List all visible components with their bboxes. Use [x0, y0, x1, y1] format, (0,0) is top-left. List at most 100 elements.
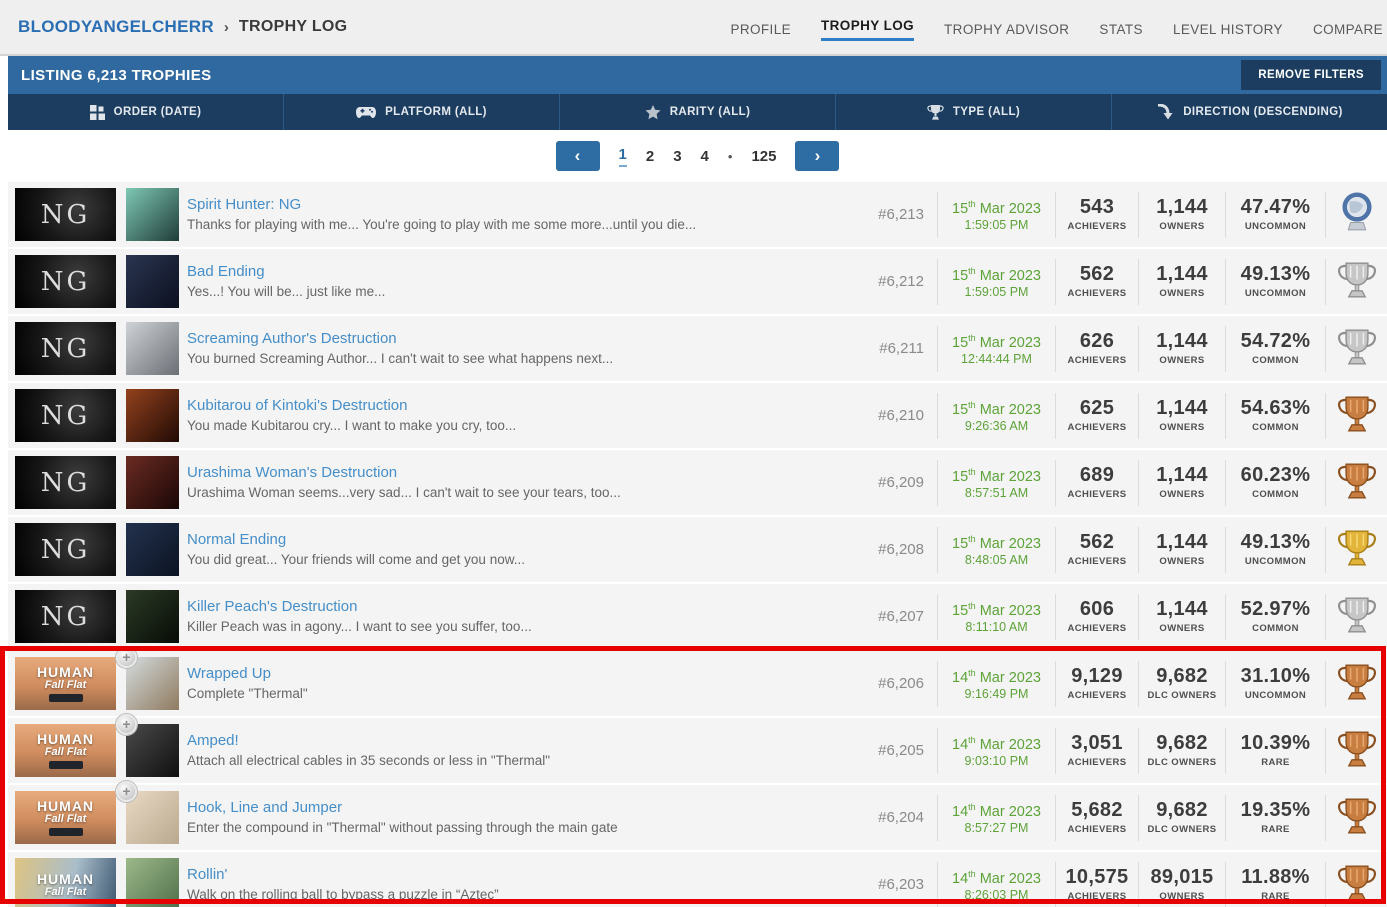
prev-page-button[interactable]: ‹ — [555, 141, 600, 171]
nav-item-profile[interactable]: PROFILE — [730, 22, 791, 37]
trophy-thumbnail[interactable] — [126, 389, 179, 442]
trophy-row[interactable]: NG Kubitarou of Kintoki's Destruction Yo… — [8, 383, 1387, 448]
owners-cell: 1,144 OWNERS — [1138, 392, 1225, 439]
nav-item-stats[interactable]: STATS — [1099, 22, 1143, 37]
game-logo-text: HUMAN — [36, 870, 95, 887]
page-number-2[interactable]: 2 — [646, 148, 654, 165]
filter-rarity[interactable]: RARITY (ALL) — [559, 94, 835, 130]
rarity-cell: 54.63% COMMON — [1225, 392, 1325, 439]
trophy-title-link[interactable]: Screaming Author's Destruction — [187, 329, 859, 348]
trophy-thumbnail[interactable]: + — [116, 647, 179, 710]
trophy-grade-cell — [1325, 660, 1387, 707]
breadcrumb-user-link[interactable]: BLOODYANGELCHERR — [18, 17, 214, 37]
rarity-percent: 54.72% — [1240, 330, 1311, 352]
trophy-thumbnail[interactable] — [126, 523, 179, 576]
trophy-text: Wrapped Up Complete "Thermal" — [187, 664, 867, 703]
filter-platform[interactable]: PLATFORM (ALL) — [283, 94, 559, 130]
trophy-title-link[interactable]: Killer Peach's Destruction — [187, 597, 859, 616]
trophy-title-link[interactable]: Wrapped Up — [187, 664, 859, 683]
game-logo-subtext: Fall Flat — [44, 679, 87, 691]
trophy-description: Killer Peach was in agony... I want to s… — [187, 619, 532, 634]
trophy-row[interactable]: NG Normal Ending You did great... Your f… — [8, 517, 1387, 582]
game-thumbnail[interactable]: HUMAN Fall Flat — [15, 791, 116, 844]
rarity-cell: 47.47% UNCOMMON — [1225, 191, 1325, 238]
trophy-thumbnail[interactable] — [126, 188, 179, 241]
trophy-title-link[interactable]: Spirit Hunter: NG — [187, 195, 859, 214]
rarity-label: UNCOMMON — [1244, 288, 1307, 299]
filter-type-label: TYPE (ALL) — [952, 106, 1021, 118]
filter-platform-label: PLATFORM (ALL) — [385, 106, 487, 118]
nav-item-compare[interactable]: COMPARE — [1313, 22, 1383, 37]
trophy-title-link[interactable]: Rollin' — [187, 865, 859, 884]
nav-item-level-history[interactable]: LEVEL HISTORY — [1173, 22, 1283, 37]
remove-filters-button[interactable]: REMOVE FILTERS — [1241, 60, 1381, 90]
trophy-row[interactable]: HUMAN Fall Flat + Amped! Attach all elect… — [8, 714, 1387, 783]
game-thumbnail[interactable]: NG — [15, 322, 116, 375]
game-thumbnail[interactable]: HUMAN Fall Flat — [15, 724, 116, 777]
trophy-thumbnail[interactable] — [126, 590, 179, 643]
trophy-row[interactable]: NG Spirit Hunter: NG Thanks for playing … — [8, 182, 1387, 247]
owners-label: DLC OWNERS — [1147, 824, 1217, 835]
game-thumbnail[interactable]: NG — [15, 523, 116, 576]
achievers-count: 10,575 — [1065, 866, 1129, 888]
achievers-cell: 626 ACHIEVERS — [1055, 325, 1138, 372]
main-nav: PROFILE TROPHY LOG TROPHY ADVISOR STATS … — [730, 14, 1383, 41]
bronze-trophy-icon — [1337, 727, 1377, 775]
game-thumbnail[interactable]: NG — [15, 188, 116, 241]
trophy-row[interactable]: NG Bad Ending Yes...! You will be... jus… — [8, 249, 1387, 314]
trophy-row[interactable]: NG Screaming Author's Destruction You bu… — [8, 316, 1387, 381]
game-thumbnail[interactable]: HUMAN Fall Flat — [15, 657, 116, 710]
game-thumbnail[interactable]: HUMAN Fall Flat — [15, 858, 116, 907]
game-thumbnail[interactable]: NG — [15, 389, 116, 442]
trophy-grade-cell — [1325, 459, 1387, 507]
filter-direction[interactable]: DIRECTION (DESCENDING) — [1111, 94, 1387, 130]
achievers-label: ACHIEVERS — [1067, 489, 1127, 500]
game-logo-text: NG — [40, 467, 91, 498]
trophy-thumbnail[interactable] — [126, 456, 179, 509]
page-number-1[interactable]: 1 — [618, 146, 627, 167]
trophy-title-link[interactable]: Hook, Line and Jumper — [187, 798, 859, 817]
earned-time: 8:48:05 AM — [964, 553, 1029, 568]
trophy-text: Hook, Line and Jumper Enter the compound… — [187, 798, 867, 837]
trophy-thumbnail[interactable] — [126, 858, 179, 907]
trophy-thumbnail[interactable] — [126, 322, 179, 375]
owners-cell: 1,144 OWNERS — [1138, 325, 1225, 372]
trophy-row[interactable]: HUMAN Fall Flat Rollin' Walk on the rolli… — [8, 852, 1387, 907]
chevron-right-icon: › — [223, 18, 229, 36]
next-page-button[interactable]: › — [795, 141, 840, 171]
earned-time: 1:59:05 PM — [964, 218, 1029, 233]
rarity-percent: 19.35% — [1240, 799, 1311, 821]
bronze-trophy-icon — [1337, 459, 1377, 507]
nav-item-trophy-advisor[interactable]: TROPHY ADVISOR — [944, 22, 1069, 37]
page-number-3[interactable]: 3 — [673, 148, 681, 165]
game-thumbnail[interactable]: NG — [15, 255, 116, 308]
trophy-title-link[interactable]: Normal Ending — [187, 530, 859, 549]
trophy-rank: #6,211 — [879, 340, 924, 357]
game-thumbnail[interactable]: NG — [15, 456, 116, 509]
trophy-thumbnail[interactable]: + — [116, 714, 179, 777]
achievers-count: 625 — [1079, 397, 1115, 419]
achievers-label: ACHIEVERS — [1067, 757, 1127, 768]
breadcrumb-current-page: TROPHY LOG — [238, 18, 348, 35]
trophy-title-link[interactable]: Kubitarou of Kintoki's Destruction — [187, 396, 859, 415]
trophy-thumbnail[interactable]: + — [116, 781, 179, 844]
page-number-last[interactable]: 125 — [751, 148, 776, 165]
earned-date: 14th Mar 2023 — [952, 734, 1041, 753]
page-number-4[interactable]: 4 — [701, 148, 709, 165]
achievers-count: 689 — [1079, 464, 1115, 486]
trophy-title-link[interactable]: Bad Ending — [187, 262, 859, 281]
trophy-row[interactable]: HUMAN Fall Flat + Hook, Line and Jumper E… — [8, 781, 1387, 850]
trophy-row[interactable]: HUMAN Fall Flat + Wrapped Up Complete "Th… — [8, 647, 1387, 716]
filter-type[interactable]: TYPE (ALL) — [835, 94, 1111, 130]
trophy-row[interactable]: NG Killer Peach's Destruction Killer Pea… — [8, 584, 1387, 649]
achievers-label: ACHIEVERS — [1067, 221, 1127, 232]
trophy-text: Kubitarou of Kintoki's Destruction You m… — [187, 396, 867, 435]
filter-order[interactable]: ORDER (DATE) — [8, 94, 283, 130]
trophy-title-link[interactable]: Urashima Woman's Destruction — [187, 463, 859, 482]
nav-item-trophy-log[interactable]: TROPHY LOG — [821, 18, 915, 41]
game-thumbnail[interactable]: NG — [15, 590, 116, 643]
trophy-title-link[interactable]: Amped! — [187, 731, 859, 750]
trophy-thumbnail[interactable] — [126, 255, 179, 308]
earned-time: 9:16:49 PM — [964, 687, 1029, 702]
trophy-row[interactable]: NG Urashima Woman's Destruction Urashima… — [8, 450, 1387, 515]
